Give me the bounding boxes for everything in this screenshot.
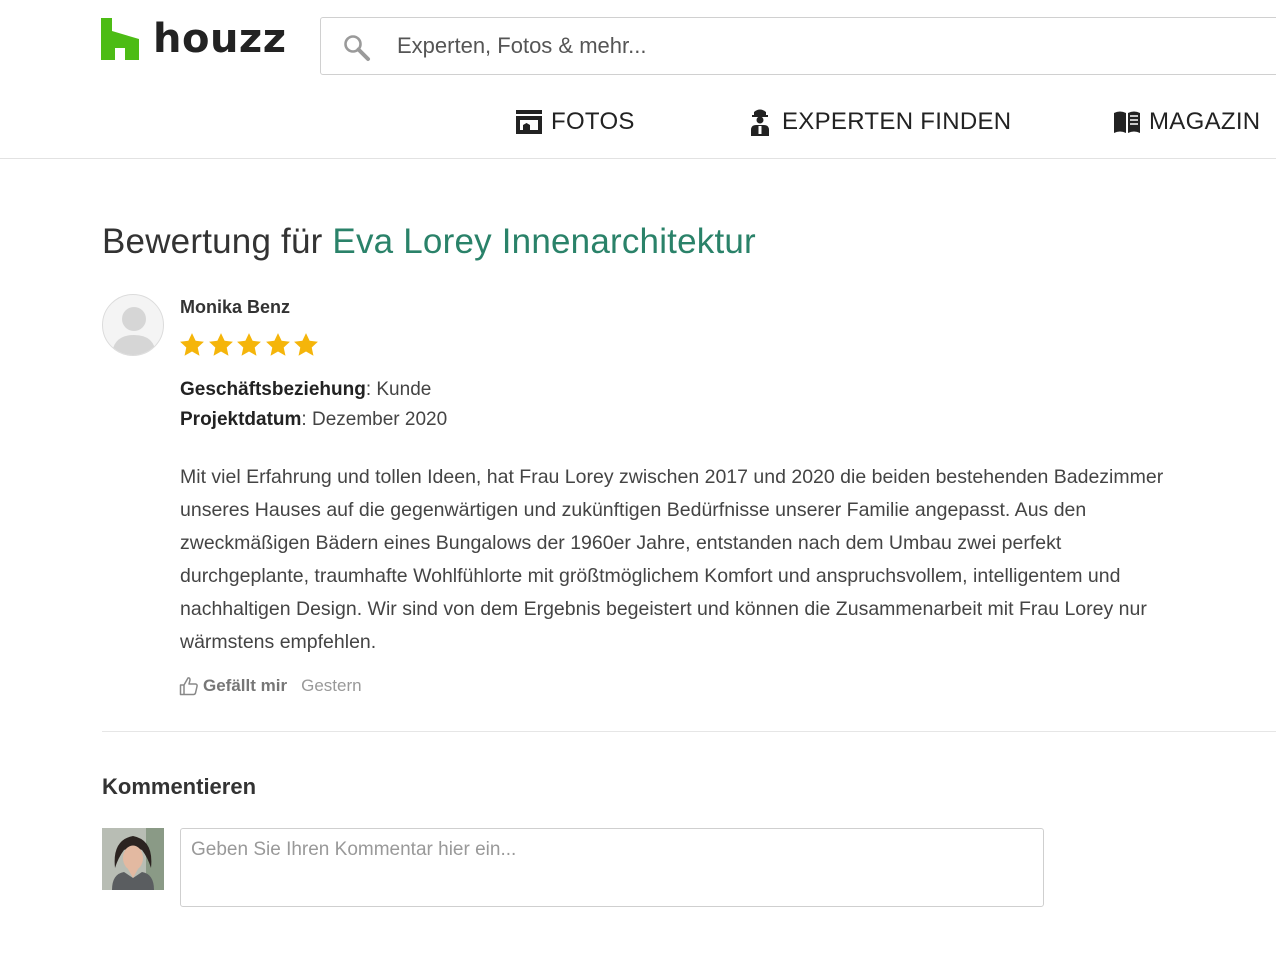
nav-magazin-label: MAGAZIN [1149,108,1261,135]
houzz-logo-text: houzz [153,16,287,62]
review-body: Mit viel Erfahrung und tollen Ideen, hat… [180,466,1164,653]
project-date-label: Projektdatum [180,409,302,430]
search-icon[interactable] [343,34,371,62]
reviewer-avatar[interactable] [102,294,164,356]
search-input[interactable] [397,28,1257,64]
magazine-icon [1113,110,1141,134]
houzz-logo[interactable]: houzz [101,18,287,60]
star-icon [208,333,233,356]
relationship-label: Geschäftsbeziehung [180,379,366,400]
business-name-link[interactable]: Eva Lorey Innenarchitektur [332,222,756,261]
review-timestamp: Gestern [301,676,362,695]
thumbs-up-icon [179,677,198,696]
nav-magazin[interactable]: MAGAZIN [1113,100,1260,144]
comment-heading: Kommentieren [102,774,257,799]
nav-experten-finden[interactable]: EXPERTEN FINDEN [746,100,1011,144]
star-rating [178,331,321,359]
comment-input[interactable] [180,828,1044,907]
site-header: houzz FOTOS [0,0,1276,159]
project-date-value: : Dezember 2020 [301,409,448,430]
relationship-info: Geschäftsbeziehung: Kunde [180,379,431,401]
professional-icon [746,108,774,136]
relationship-value: : Kunde [365,379,432,400]
section-divider [102,731,1276,732]
page-title: Bewertung für Eva Lorey Innenarchitektur [102,222,756,262]
nav-experten-label: EXPERTEN FINDEN [782,108,1012,135]
current-user-avatar [102,828,164,890]
search-bar [320,17,1276,75]
star-icon [180,333,204,356]
review-actions: Gefällt mir Gestern [179,676,362,696]
photos-icon [515,109,543,135]
like-button[interactable]: Gefällt mir [179,676,287,696]
nav-fotos[interactable]: FOTOS [515,100,635,144]
houzz-logo-icon [101,18,139,60]
star-icon [294,333,318,356]
nav-fotos-label: FOTOS [551,108,635,135]
project-date-info: Projektdatum: Dezember 2020 [180,409,447,431]
star-icon [237,333,261,356]
like-label: Gefällt mir [203,676,288,695]
reviewer-name[interactable]: Monika Benz [180,297,290,318]
star-icon [265,333,290,356]
page-title-prefix: Bewertung für [102,222,333,261]
